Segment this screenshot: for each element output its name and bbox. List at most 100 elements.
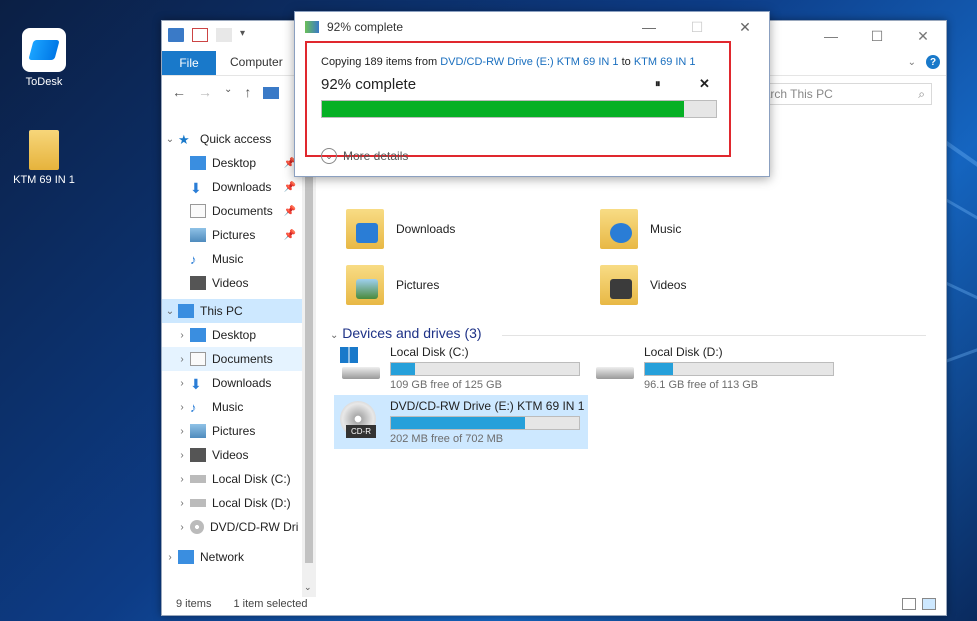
close-button[interactable]: ✕ xyxy=(721,12,769,42)
collapsed-chevron-icon[interactable]: › xyxy=(174,450,190,461)
scrollbar-thumb[interactable] xyxy=(305,113,313,563)
sidebar-item-pc-music[interactable]: › ♪ Music xyxy=(162,395,302,419)
collapsed-chevron-icon[interactable]: › xyxy=(162,552,178,563)
pause-button[interactable]: ⏸ xyxy=(655,78,661,91)
up-arrow-icon[interactable]: ↑ xyxy=(244,84,251,100)
sidebar-item-pc-downloads[interactable]: › ⬇ Downloads xyxy=(162,371,302,395)
star-icon: ★ xyxy=(178,132,190,147)
collapsed-chevron-icon[interactable]: › xyxy=(174,330,190,341)
quick-access-toolbar: ▾ xyxy=(168,28,256,42)
desktop-icon-todesk[interactable]: ToDesk xyxy=(4,28,84,88)
large-icons-view-icon[interactable] xyxy=(922,598,936,610)
destination-link[interactable]: KTM 69 IN 1 xyxy=(634,56,696,68)
properties-icon[interactable] xyxy=(192,28,208,42)
devices-section-header[interactable]: ⌄ Devices and drives (3) xyxy=(330,325,482,341)
recent-locations-icon[interactable]: ⌄ xyxy=(224,84,232,100)
expanded-chevron-icon[interactable]: ⌄ xyxy=(162,134,178,145)
collapsed-chevron-icon[interactable]: › xyxy=(174,378,190,389)
pictures-icon xyxy=(190,228,206,242)
folder-tile-pictures[interactable]: Pictures xyxy=(346,265,439,305)
more-details-toggle[interactable]: ⌄ More details xyxy=(321,148,408,164)
collapsed-chevron-icon[interactable]: › xyxy=(174,354,190,365)
desktop-icon-label: ToDesk xyxy=(25,76,63,88)
maximize-button[interactable]: ☐ xyxy=(854,21,900,51)
sidebar-item-desktop[interactable]: Desktop 📌 xyxy=(162,151,302,175)
details-view-icon[interactable] xyxy=(902,598,916,610)
sidebar-item-music[interactable]: ♪ Music xyxy=(162,247,302,271)
sidebar-label: Quick access xyxy=(200,132,272,146)
sidebar-item-pictures[interactable]: Pictures 📌 xyxy=(162,223,302,247)
minimize-button[interactable]: — xyxy=(808,21,854,51)
sidebar-label: DVD/CD-RW Dri xyxy=(210,520,299,534)
cd-drive-icon: CD-R xyxy=(338,399,382,439)
sidebar-label: Documents xyxy=(212,204,273,218)
cancel-button[interactable]: ✕ xyxy=(699,76,710,92)
collapsed-chevron-icon[interactable]: › xyxy=(174,426,190,437)
help-icon[interactable]: ? xyxy=(926,55,940,69)
progress-text: 92% complete xyxy=(321,76,417,93)
drive-local-c[interactable]: Local Disk (C:) 109 GB free of 125 GB xyxy=(338,345,580,391)
sidebar-item-pc-videos[interactable]: › Videos xyxy=(162,443,302,467)
document-icon xyxy=(190,352,206,366)
sidebar-label: Documents xyxy=(212,352,273,366)
computer-icon[interactable] xyxy=(168,28,184,42)
source-link[interactable]: DVD/CD-RW Drive (E:) KTM 69 IN 1 xyxy=(440,56,618,68)
sidebar-item-local-disk-d[interactable]: › Local Disk (D:) xyxy=(162,491,302,515)
sidebar-label: Videos xyxy=(212,276,249,290)
drive-local-d[interactable]: Local Disk (D:) 96.1 GB free of 113 GB xyxy=(592,345,834,391)
section-divider xyxy=(502,335,926,336)
nav-buttons: ← → ⌄ ↑ xyxy=(172,84,280,100)
folder-label: Music xyxy=(650,222,682,236)
video-icon xyxy=(190,276,206,290)
music-folder-icon xyxy=(600,209,638,249)
sidebar-item-pc-desktop[interactable]: › Desktop xyxy=(162,323,302,347)
folder-tile-videos[interactable]: Videos xyxy=(600,265,686,305)
sidebar-label: Pictures xyxy=(212,424,256,438)
navigation-pane: ⌄ ★ Quick access Desktop 📌 ⬇ Downloads 📌… xyxy=(162,109,302,597)
collapsed-chevron-icon[interactable]: › xyxy=(174,402,190,413)
item-count: 9 items xyxy=(176,598,212,610)
customize-toolbar-icon[interactable]: ▾ xyxy=(240,28,256,42)
new-folder-icon[interactable] xyxy=(216,28,232,42)
collapsed-chevron-icon[interactable]: › xyxy=(174,474,190,485)
back-arrow-icon[interactable]: ← xyxy=(172,84,186,100)
sidebar-label: This PC xyxy=(200,304,243,318)
sidebar-label: Desktop xyxy=(212,156,257,170)
sidebar-item-pc-pictures[interactable]: › Pictures xyxy=(162,419,302,443)
folder-tile-downloads[interactable]: Downloads xyxy=(346,209,455,249)
tab-file[interactable]: File xyxy=(162,51,216,75)
sidebar-item-downloads[interactable]: ⬇ Downloads 📌 xyxy=(162,175,302,199)
forward-arrow-icon[interactable]: → xyxy=(198,84,212,100)
sidebar-item-documents[interactable]: Documents 📌 xyxy=(162,199,302,223)
folder-label: Downloads xyxy=(396,222,456,236)
tab-computer[interactable]: Computer xyxy=(230,55,283,69)
search-box[interactable]: Search This PC ⌕ xyxy=(742,83,932,105)
desktop-icon-ktm-folder[interactable]: KTM 69 IN 1 xyxy=(4,130,84,186)
drive-icon xyxy=(190,499,206,507)
music-note-icon: ♪ xyxy=(190,400,197,415)
sidebar-label: Desktop xyxy=(212,328,257,342)
minimize-button[interactable]: — xyxy=(625,12,673,42)
sidebar-item-local-disk-c[interactable]: › Local Disk (C:) xyxy=(162,467,302,491)
close-button[interactable]: ✕ xyxy=(900,21,946,51)
maximize-button: ☐ xyxy=(690,18,704,35)
sidebar-label: Music xyxy=(212,400,244,414)
drive-dvd-e[interactable]: CD-R DVD/CD-RW Drive (E:) KTM 69 IN 1 20… xyxy=(334,395,589,449)
sidebar-item-dvd-drive[interactable]: › DVD/CD-RW Dri xyxy=(162,515,302,539)
collapsed-chevron-icon[interactable]: › xyxy=(174,522,190,533)
dialog-window-controls: — ☐ ✕ xyxy=(625,12,769,42)
sidebar-item-videos[interactable]: Videos xyxy=(162,271,302,295)
collapsed-chevron-icon[interactable]: › xyxy=(174,498,190,509)
sidebar-item-network[interactable]: › Network xyxy=(162,545,302,569)
expanded-chevron-icon[interactable]: ⌄ xyxy=(162,306,178,317)
folder-tile-music[interactable]: Music xyxy=(600,209,681,249)
folder-label: Pictures xyxy=(396,278,440,292)
expand-ribbon-icon[interactable]: ⌄ xyxy=(908,57,916,68)
sidebar-item-pc-documents[interactable]: › Documents xyxy=(162,347,302,371)
todesk-app-icon xyxy=(22,28,66,72)
scroll-down-arrow-icon[interactable]: ⌄ xyxy=(304,582,312,593)
sidebar-item-quick-access[interactable]: ⌄ ★ Quick access xyxy=(162,127,302,151)
navigation-scrollbar[interactable]: ⌄ xyxy=(302,109,316,597)
sidebar-item-this-pc[interactable]: ⌄ This PC xyxy=(162,299,302,323)
collapse-chevron-icon[interactable]: ⌄ xyxy=(330,330,338,341)
